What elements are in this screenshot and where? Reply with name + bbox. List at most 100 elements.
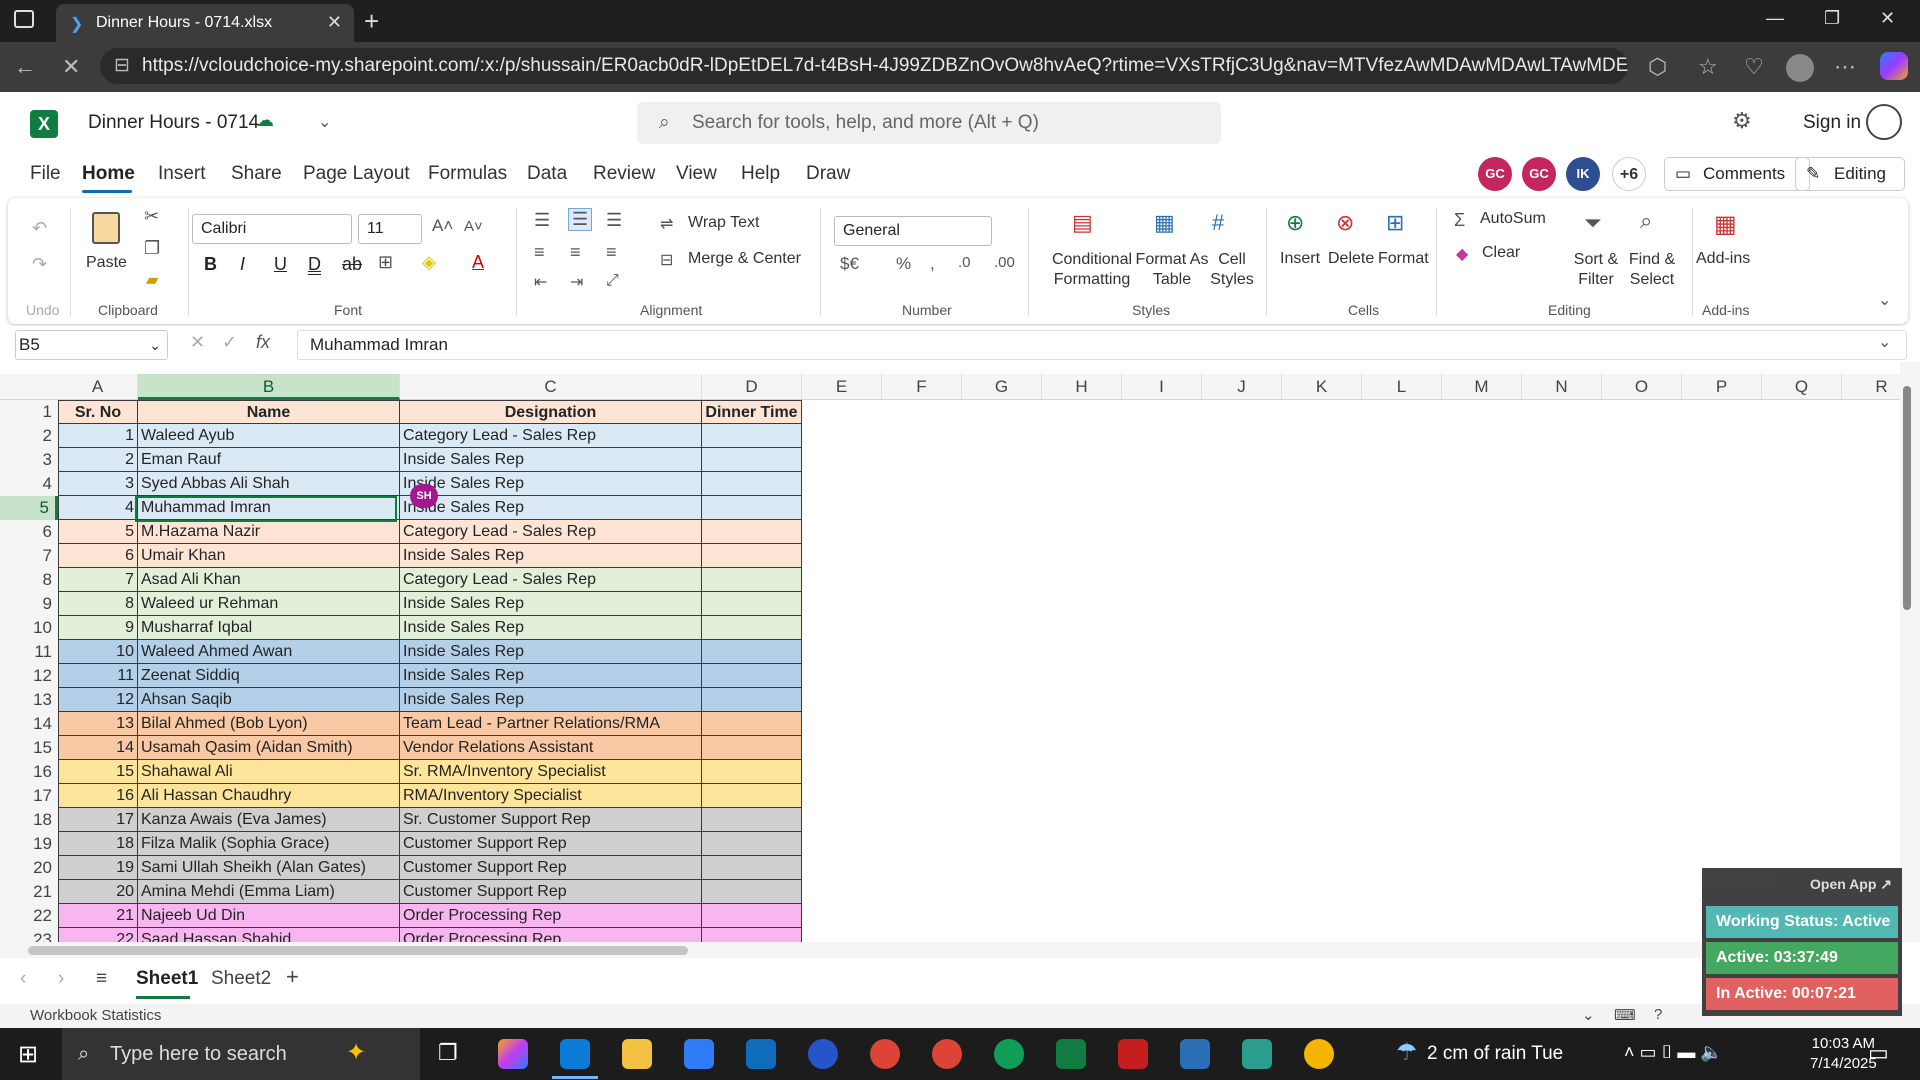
row-header[interactable]: 7 xyxy=(0,544,58,568)
table-cell[interactable]: Waleed Ahmed Awan xyxy=(138,640,400,664)
table-cell[interactable]: 1 xyxy=(58,424,138,448)
site-info-icon[interactable]: ⊟ xyxy=(114,48,130,84)
table-cell[interactable] xyxy=(702,832,802,856)
number-format-dropdown[interactable]: General xyxy=(834,216,992,246)
table-cell[interactable] xyxy=(702,640,802,664)
account-icon[interactable] xyxy=(1866,104,1902,140)
column-header[interactable]: G xyxy=(962,374,1042,400)
row-header[interactable]: 23 xyxy=(0,928,58,942)
borders-icon[interactable]: ⊞ xyxy=(378,252,393,273)
row-header[interactable]: 22 xyxy=(0,904,58,928)
table-cell[interactable]: Order Processing Rep xyxy=(400,904,702,928)
row-header[interactable]: 8 xyxy=(0,568,58,592)
excel-logo-icon[interactable]: X xyxy=(30,110,58,138)
row-header[interactable]: 9 xyxy=(0,592,58,616)
column-header[interactable]: L xyxy=(1362,374,1442,400)
italic-icon[interactable]: I xyxy=(240,254,245,275)
table-cell[interactable]: 20 xyxy=(58,880,138,904)
name-box[interactable]: B5 ⌄ xyxy=(15,330,168,360)
table-cell[interactable]: Sami Ullah Sheikh (Alan Gates) xyxy=(138,856,400,880)
sheet-tab-sheet2[interactable]: Sheet2 xyxy=(211,968,271,990)
table-cell[interactable]: Saad Hassan Shahid xyxy=(138,928,400,942)
settings-gear-icon[interactable]: ⚙ xyxy=(1732,108,1752,134)
prev-sheet-icon[interactable]: ‹ xyxy=(20,968,26,990)
table-cell[interactable] xyxy=(702,736,802,760)
stop-loading-icon[interactable]: ✕ xyxy=(62,54,80,80)
table-cell[interactable]: 7 xyxy=(58,568,138,592)
table-cell[interactable] xyxy=(702,520,802,544)
insert-function-icon[interactable]: fx xyxy=(256,332,270,353)
table-cell[interactable]: 15 xyxy=(58,760,138,784)
clear-button[interactable]: Clear xyxy=(1482,244,1520,262)
table-cell[interactable] xyxy=(702,568,802,592)
table-cell[interactable]: 13 xyxy=(58,712,138,736)
table-cell[interactable] xyxy=(702,616,802,640)
confirm-entry-icon[interactable]: ✓ xyxy=(222,332,237,353)
copy-icon[interactable]: ❐ xyxy=(144,238,160,259)
table-cell[interactable]: 8 xyxy=(58,592,138,616)
table-cell[interactable]: Najeeb Ud Din xyxy=(138,904,400,928)
row-header[interactable]: 18 xyxy=(0,808,58,832)
minimize-icon[interactable]: — xyxy=(1766,8,1784,29)
app-icon[interactable] xyxy=(808,1039,838,1069)
calculator-icon[interactable] xyxy=(1180,1039,1210,1069)
table-cell[interactable]: Inside Sales Rep xyxy=(400,472,702,496)
table-cell[interactable] xyxy=(702,760,802,784)
column-header[interactable]: M xyxy=(1442,374,1522,400)
table-cell[interactable]: 4 xyxy=(58,496,138,520)
column-header[interactable]: O xyxy=(1602,374,1682,400)
table-cell[interactable]: Bilal Ahmed (Bob Lyon) xyxy=(138,712,400,736)
table-cell[interactable]: Inside Sales Rep xyxy=(400,616,702,640)
cell-styles-button[interactable]: Cell Styles xyxy=(1204,250,1260,290)
open-app-link[interactable]: Open App ↗ xyxy=(1810,876,1892,893)
table-cell[interactable] xyxy=(702,664,802,688)
new-tab-icon[interactable]: + xyxy=(364,6,379,37)
browser-tab[interactable]: ❯ Dinner Hours - 0714.xlsx ✕ xyxy=(56,4,354,42)
row-header[interactable]: 11 xyxy=(0,640,58,664)
row-header[interactable]: 12 xyxy=(0,664,58,688)
menu-insert[interactable]: Insert xyxy=(158,163,206,185)
workbook-statistics[interactable]: Workbook Statistics xyxy=(30,1007,161,1024)
table-cell[interactable]: Waleed ur Rehman xyxy=(138,592,400,616)
system-tray-icons[interactable]: ˄ ▭ ⌷ ▬ 🔈 xyxy=(1624,1042,1723,1063)
add-sheet-icon[interactable]: + xyxy=(286,964,299,990)
all-sheets-icon[interactable]: ≡ xyxy=(96,968,107,990)
table-cell[interactable]: Kanza Awais (Eva James) xyxy=(138,808,400,832)
table-cell[interactable]: 11 xyxy=(58,664,138,688)
task-view-icon[interactable]: ❐ xyxy=(438,1040,458,1066)
format-cells-button[interactable]: Format xyxy=(1378,250,1429,268)
collaborator-avatar[interactable]: GC xyxy=(1478,157,1512,191)
font-color-icon[interactable]: A xyxy=(472,252,484,273)
row-header[interactable]: 21 xyxy=(0,880,58,904)
formula-input[interactable]: Muhammad Imran xyxy=(297,330,1907,360)
menu-view[interactable]: View xyxy=(676,163,717,185)
collaborator-avatar[interactable]: IK xyxy=(1566,157,1600,191)
menu-draw[interactable]: Draw xyxy=(806,163,850,185)
double-underline-icon[interactable]: D xyxy=(308,254,321,275)
table-cell[interactable] xyxy=(702,448,802,472)
table-cell[interactable]: Inside Sales Rep xyxy=(400,544,702,568)
row-header[interactable]: 2 xyxy=(0,424,58,448)
align-bottom-icon[interactable]: ☰ xyxy=(606,210,622,231)
align-left-icon[interactable]: ≡ xyxy=(534,242,545,263)
table-cell[interactable] xyxy=(702,496,802,520)
table-cell[interactable]: Inside Sales Rep xyxy=(400,688,702,712)
column-header[interactable]: E xyxy=(802,374,882,400)
format-painter-icon[interactable]: ▰ xyxy=(146,270,158,290)
health-icon[interactable]: ♡ xyxy=(1744,54,1764,80)
insert-cells-button[interactable]: Insert xyxy=(1280,250,1320,268)
table-cell[interactable]: Vendor Relations Assistant xyxy=(400,736,702,760)
keyboard-icon[interactable]: ⌨ xyxy=(1614,1006,1636,1024)
table-cell[interactable] xyxy=(702,688,802,712)
close-window-icon[interactable]: ✕ xyxy=(1880,8,1895,29)
row-header[interactable]: 19 xyxy=(0,832,58,856)
header-cell[interactable]: Sr. No xyxy=(58,400,138,424)
table-cell[interactable]: 5 xyxy=(58,520,138,544)
comma-style-icon[interactable]: , xyxy=(930,254,935,274)
row-header[interactable]: 13 xyxy=(0,688,58,712)
table-cell[interactable] xyxy=(702,856,802,880)
font-name-dropdown[interactable]: Calibri xyxy=(192,214,352,244)
table-cell[interactable]: Ali Hassan Chaudhry xyxy=(138,784,400,808)
windows-start-icon[interactable]: ⊞ xyxy=(18,1040,38,1069)
table-cell[interactable]: Inside Sales Rep xyxy=(400,592,702,616)
